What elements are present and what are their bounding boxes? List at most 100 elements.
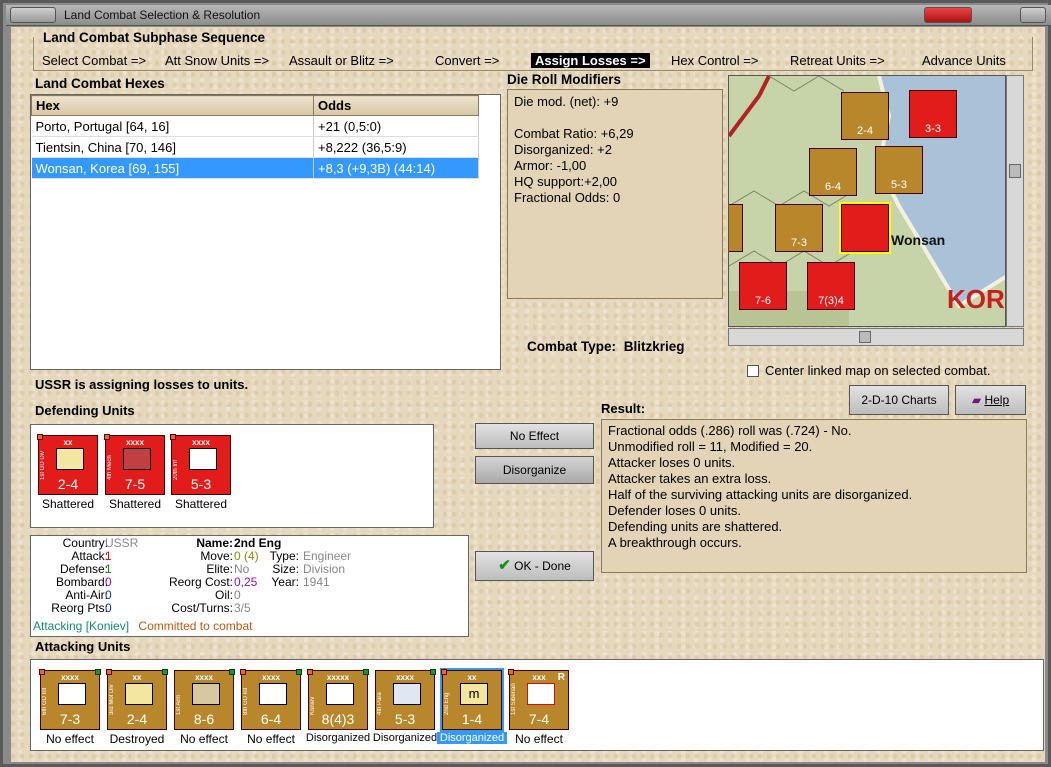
- hex-cell: Tientsin, China [70, 146]: [31, 136, 314, 158]
- close-button[interactable]: [1020, 7, 1046, 23]
- attacking-unit[interactable]: xx 3rd Mot Div 2-4: [106, 669, 168, 730]
- table-row-selected[interactable]: Wonsan, Korea [69, 155] +8,3 (+9,3B) (44…: [31, 157, 479, 179]
- hex-cell: Wonsan, Korea [69, 155]: [31, 157, 314, 179]
- map-unit[interactable]: 7-6: [739, 262, 787, 310]
- unit-status: Disorganized: [372, 732, 438, 744]
- attacking-unit[interactable]: xxxx 6th GD Inf 7-3: [39, 669, 101, 730]
- column-hex[interactable]: Hex: [31, 95, 314, 116]
- checkmark-icon: ✔: [498, 557, 511, 574]
- step-att-snow-units: Att Snow Units =>: [165, 53, 270, 68]
- defending-unit[interactable]: xxxx 20th Inf 5-3: [170, 434, 231, 495]
- attacking-title: Attacking Units: [35, 639, 131, 654]
- result-line: Attacker takes an extra loss.: [608, 471, 772, 486]
- attacking-unit[interactable]: xxxx 1st Arm 8-6: [174, 669, 235, 730]
- modifier-line: Combat Ratio: +6,29: [514, 126, 634, 141]
- map-vertical-scrollbar[interactable]: [1006, 75, 1024, 327]
- unit-strength: 2-4: [126, 711, 148, 727]
- map-unit[interactable]: 5-3: [875, 146, 923, 194]
- modifiers-title: Die Roll Modifiers: [507, 72, 622, 87]
- infantry-icon: [527, 683, 555, 705]
- attacking-unit[interactable]: xxxx 8th GD Inf 6-4: [240, 669, 302, 730]
- unit-strength: 1-4: [461, 711, 483, 727]
- unit-status: Shattered: [108, 497, 162, 511]
- info-labels-col3: Type: Size: Year:: [249, 550, 299, 589]
- modifier-line: Armor: -1,00: [514, 158, 587, 173]
- table-row[interactable]: Porto, Portugal [64, 16] +21 (0,5:0): [31, 115, 479, 137]
- result-line: Attacker loses 0 units.: [608, 455, 736, 470]
- cost-turns-label: Cost/Turns:: [171, 601, 233, 615]
- unit-name: 3rd Mot Div: [109, 684, 115, 715]
- defending-unit[interactable]: xx 1st GD Div 2-4: [37, 434, 98, 495]
- map-unit[interactable]: 7-3: [775, 204, 823, 252]
- map-city-label: Wonsan: [891, 232, 946, 248]
- scroll-thumb[interactable]: [859, 331, 871, 343]
- map-unit[interactable]: 2-4: [841, 92, 889, 140]
- infantry-icon: [58, 683, 86, 705]
- attacking-unit-selected[interactable]: xx 2nd Eng m 1-4: [440, 668, 504, 732]
- result-title: Result:: [601, 401, 646, 416]
- title-bar: Land Combat Selection & Resolution: [6, 5, 1051, 26]
- unit-strength: 5-3: [394, 711, 416, 727]
- result-box: Fractional odds (.286) roll was (.724) -…: [601, 419, 1027, 573]
- ok-done-button[interactable]: ✔ OK - Done: [475, 551, 594, 581]
- unit-size: xxxx: [396, 673, 414, 682]
- attacking-unit[interactable]: xxx R 1st Siberian 7-4: [508, 669, 569, 730]
- step-select-combat: Select Combat =>: [42, 53, 147, 68]
- map-unit[interactable]: 3-3: [909, 90, 957, 138]
- info-labels-col1: Country: Attack: Defense: Bombard: Anti-…: [31, 537, 108, 615]
- odds-cell: +21 (0,5:0): [313, 115, 479, 137]
- help-label: Help: [984, 393, 1010, 407]
- map-unit[interactable]: 7(3)4: [807, 262, 855, 310]
- info-values-col3: Engineer Division 1941: [303, 550, 351, 589]
- no-effect-button[interactable]: No Effect: [475, 423, 594, 449]
- charts-button[interactable]: 2-D-10 Charts: [849, 385, 949, 415]
- disorganize-button[interactable]: Disorganize: [475, 456, 594, 484]
- reorg-pts-label: Reorg Pts:: [51, 601, 108, 615]
- scroll-thumb[interactable]: [1009, 164, 1021, 178]
- center-map-option[interactable]: Center linked map on selected combat.: [747, 363, 990, 378]
- unit-status: Disorganized: [305, 732, 371, 744]
- linked-map[interactable]: 2-4 3-3 6-4 5-3 7-3 7-6 7(3)4 Wonsan KOR: [728, 75, 1006, 327]
- map-unit[interactable]: [729, 204, 743, 252]
- map-combat-hex[interactable]: [839, 202, 891, 254]
- result-line: Defender loses 0 units.: [608, 503, 741, 518]
- help-button[interactable]: ▰ Help: [955, 385, 1026, 415]
- center-map-checkbox[interactable]: [747, 364, 759, 377]
- result-lines: Fractional odds (.286) roll was (.724) -…: [608, 423, 912, 551]
- unit-strength: 8-6: [193, 711, 215, 727]
- attacking-unit[interactable]: xxxxx Koniev 8(4)3: [307, 669, 369, 730]
- unit-info-panel: Country: Attack: Defense: Bombard: Anti-…: [30, 535, 469, 637]
- result-line: A breakthrough occurs.: [608, 535, 742, 550]
- system-menu-button[interactable]: [10, 7, 56, 23]
- info-footer: Attacking [Koniev] Committed to combat: [33, 619, 252, 633]
- unit-status: Disorganized: [437, 732, 507, 744]
- unit-status: Shattered: [41, 497, 95, 511]
- motorized-icon: [125, 683, 153, 705]
- defending-unit[interactable]: xxxx 4th Mech 7-5: [104, 434, 165, 495]
- unit-size: xx: [63, 438, 73, 447]
- unit-name: 8th GD Inf: [243, 687, 249, 715]
- modifier-line: Fractional Odds: 0: [514, 190, 621, 205]
- unit-strength: 7-3: [59, 711, 81, 727]
- window-frame: Land Combat Selection & Resolution Land …: [0, 0, 1051, 767]
- cost-turns-value: 3/5: [234, 601, 251, 615]
- reserve-mark: R: [557, 672, 565, 683]
- unit-size: xxxx: [192, 438, 210, 447]
- unit-size: xxxx: [126, 438, 144, 447]
- table-row[interactable]: Tientsin, China [70, 146] +8,222 (36,5:9…: [31, 136, 479, 158]
- hex-cell: Porto, Portugal [64, 16]: [31, 115, 314, 137]
- attacking-unit[interactable]: xxxx 4th Para 5-3: [375, 669, 436, 730]
- unit-size: xx: [132, 673, 142, 682]
- map-horizontal-scrollbar[interactable]: [728, 328, 1024, 346]
- step-assign-losses: Assign Losses =>: [531, 53, 650, 68]
- unit-size: xxxx: [262, 673, 280, 682]
- unit-name: 6th GD Inf: [42, 687, 48, 715]
- step-assault-or-blitz: Assault or Blitz =>: [289, 53, 394, 68]
- unit-strength: 6-4: [260, 711, 282, 727]
- column-odds[interactable]: Odds: [313, 95, 479, 116]
- unit-name: 4th Mech: [107, 455, 113, 480]
- map-unit[interactable]: 6-4: [809, 148, 857, 196]
- unit-status: No effect: [46, 732, 94, 746]
- hexes-list[interactable]: Hex Odds Porto, Portugal [64, 16] +21 (0…: [30, 94, 501, 370]
- infantry-icon: [189, 448, 217, 470]
